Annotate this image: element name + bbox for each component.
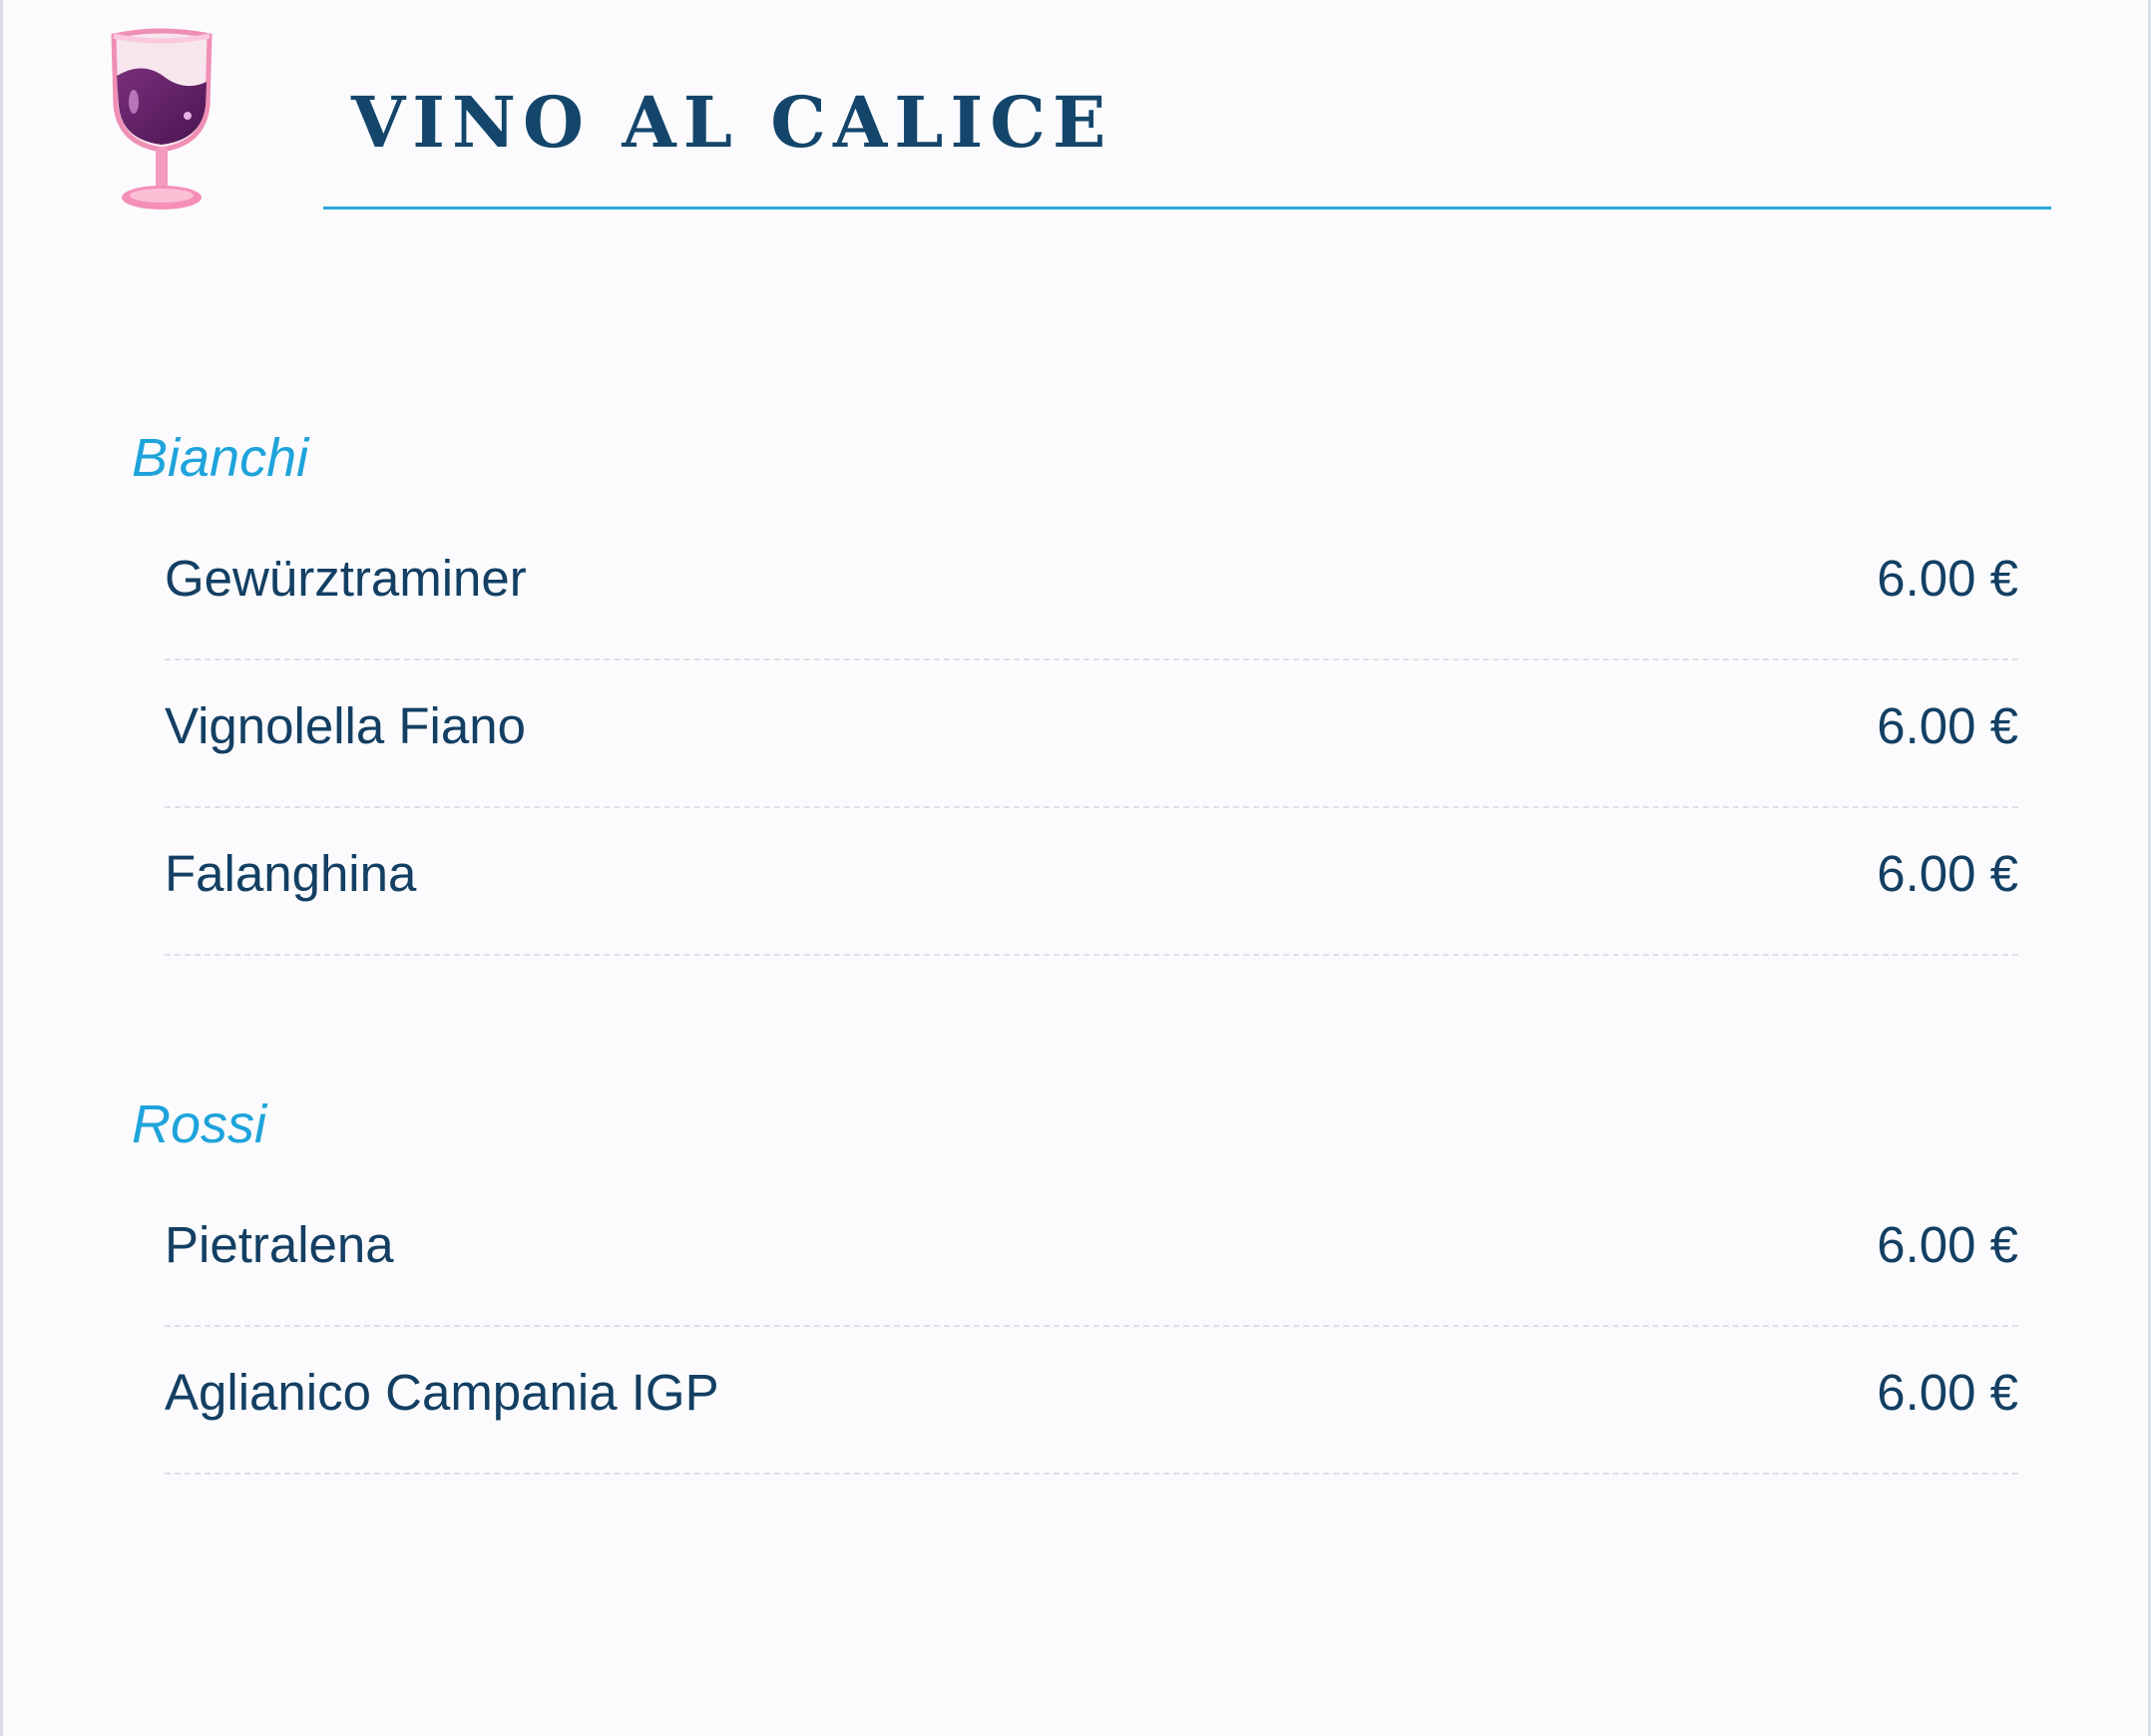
menu-item: Vignolella Fiano 6.00 €	[165, 660, 2018, 808]
item-name: Gewürztraminer	[165, 550, 527, 607]
item-name: Aglianico Campania IGP	[165, 1364, 719, 1421]
item-name: Falanghina	[165, 845, 417, 902]
item-price: 6.00 €	[1877, 697, 2018, 754]
menu-item: Gewürztraminer 6.00 €	[165, 513, 2018, 660]
left-border	[0, 0, 3, 1736]
menu-header: VINO AL CALICE	[0, 0, 2151, 239]
item-price: 6.00 €	[1877, 845, 2018, 902]
menu-item: Pietralena 6.00 €	[165, 1179, 2018, 1327]
item-price: 6.00 €	[1877, 1364, 2018, 1421]
title-underline	[323, 207, 2051, 210]
wine-glass-icon	[104, 20, 219, 216]
item-name: Vignolella Fiano	[165, 697, 526, 754]
menu-item: Aglianico Campania IGP 6.00 €	[165, 1327, 2018, 1475]
item-name: Pietralena	[165, 1216, 394, 1273]
section-title: Rossi	[132, 1094, 267, 1154]
page-title: VINO AL CALICE	[351, 81, 1113, 164]
menu-item: Falanghina 6.00 €	[165, 808, 2018, 956]
item-price: 6.00 €	[1877, 1216, 2018, 1273]
section-title: Bianchi	[132, 428, 309, 488]
item-price: 6.00 €	[1877, 550, 2018, 607]
